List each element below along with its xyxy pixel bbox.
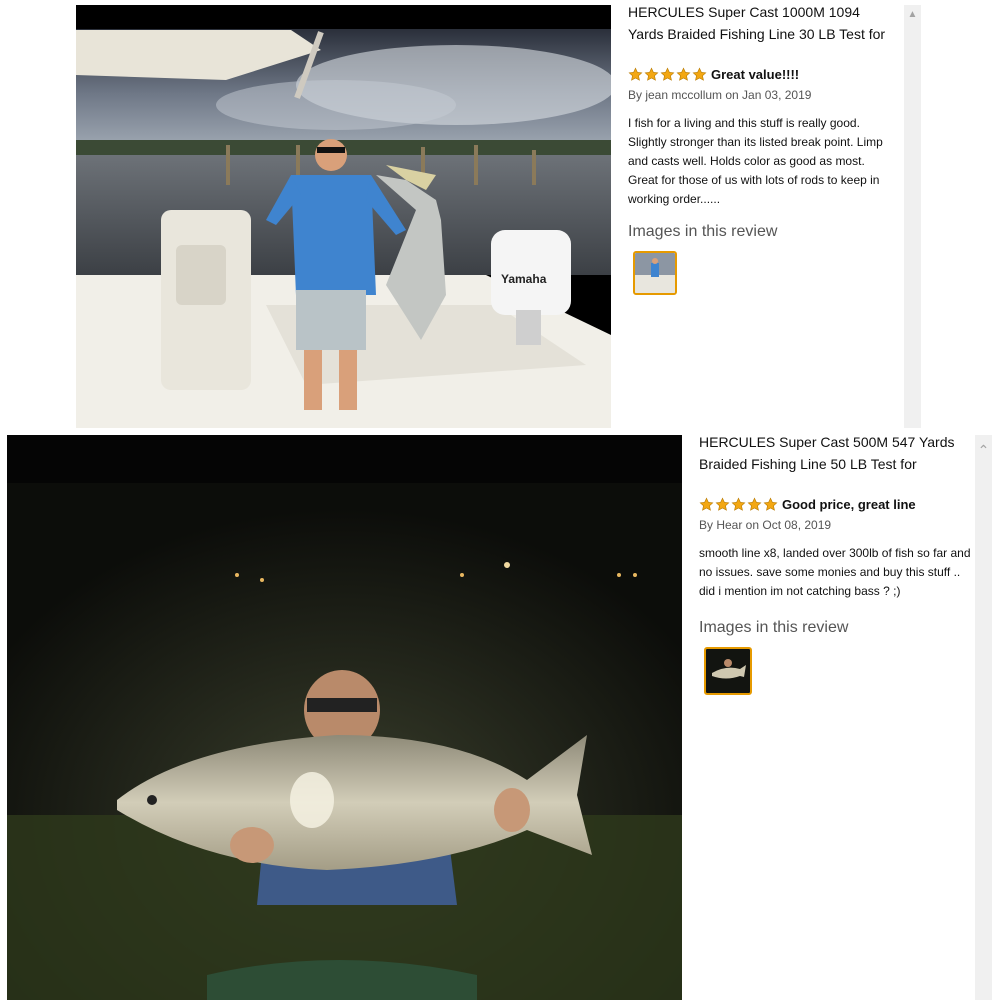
star-icon bbox=[692, 67, 707, 81]
images-heading: Images in this review bbox=[628, 223, 778, 240]
rating-row: Great value!!!! bbox=[628, 65, 898, 83]
review-thumbnail[interactable] bbox=[704, 647, 752, 695]
review-panel-1: HERCULES Super Cast 1000M 1094 Yards Bra… bbox=[628, 0, 898, 428]
scroll-up-icon[interactable]: ▲ bbox=[904, 5, 921, 23]
star-icon bbox=[747, 497, 762, 511]
images-heading: Images in this review bbox=[699, 619, 849, 636]
review-body: I fish for a living and this stuff is re… bbox=[628, 116, 883, 206]
boat-angler-photo: Yamaha bbox=[76, 5, 611, 428]
product-title[interactable]: HERCULES Super Cast 500M 547 Yards Braid… bbox=[699, 431, 974, 475]
review-photo-2 bbox=[7, 435, 682, 1000]
star-icon bbox=[644, 67, 659, 81]
star-icon bbox=[731, 497, 746, 511]
scroll-up-icon[interactable]: ⌃ bbox=[975, 441, 992, 459]
star-icon bbox=[699, 497, 714, 511]
review-thumbnail[interactable] bbox=[633, 251, 677, 295]
review-body: smooth line x8, landed over 300lb of fis… bbox=[699, 546, 971, 598]
star-icon bbox=[676, 67, 691, 81]
night-carp-photo bbox=[7, 435, 682, 1000]
review-byline: By Hear on Oct 08, 2019 bbox=[699, 518, 832, 532]
review-panel-2: HERCULES Super Cast 500M 547 Yards Braid… bbox=[699, 430, 974, 1000]
thumbnail-image bbox=[635, 253, 675, 293]
thumbnail-image bbox=[706, 649, 750, 693]
star-icon bbox=[628, 67, 643, 81]
star-icon bbox=[715, 497, 730, 511]
review-title: Good price, great line bbox=[782, 496, 916, 512]
product-title[interactable]: HERCULES Super Cast 1000M 1094 Yards Bra… bbox=[628, 1, 898, 45]
scrollbar-1[interactable]: ▲ bbox=[904, 5, 921, 428]
svg-text:Yamaha: Yamaha bbox=[501, 272, 547, 286]
scrollbar-2[interactable]: ⌃ bbox=[975, 435, 992, 1000]
review-byline: By jean mccollum on Jan 03, 2019 bbox=[628, 88, 812, 102]
star-rating bbox=[699, 497, 778, 512]
review-photo-1: Yamaha bbox=[76, 5, 611, 428]
star-rating bbox=[628, 67, 707, 82]
star-icon bbox=[763, 497, 778, 511]
star-icon bbox=[660, 67, 675, 81]
review-title: Great value!!!! bbox=[711, 66, 800, 82]
rating-row: Good price, great line bbox=[699, 495, 974, 513]
